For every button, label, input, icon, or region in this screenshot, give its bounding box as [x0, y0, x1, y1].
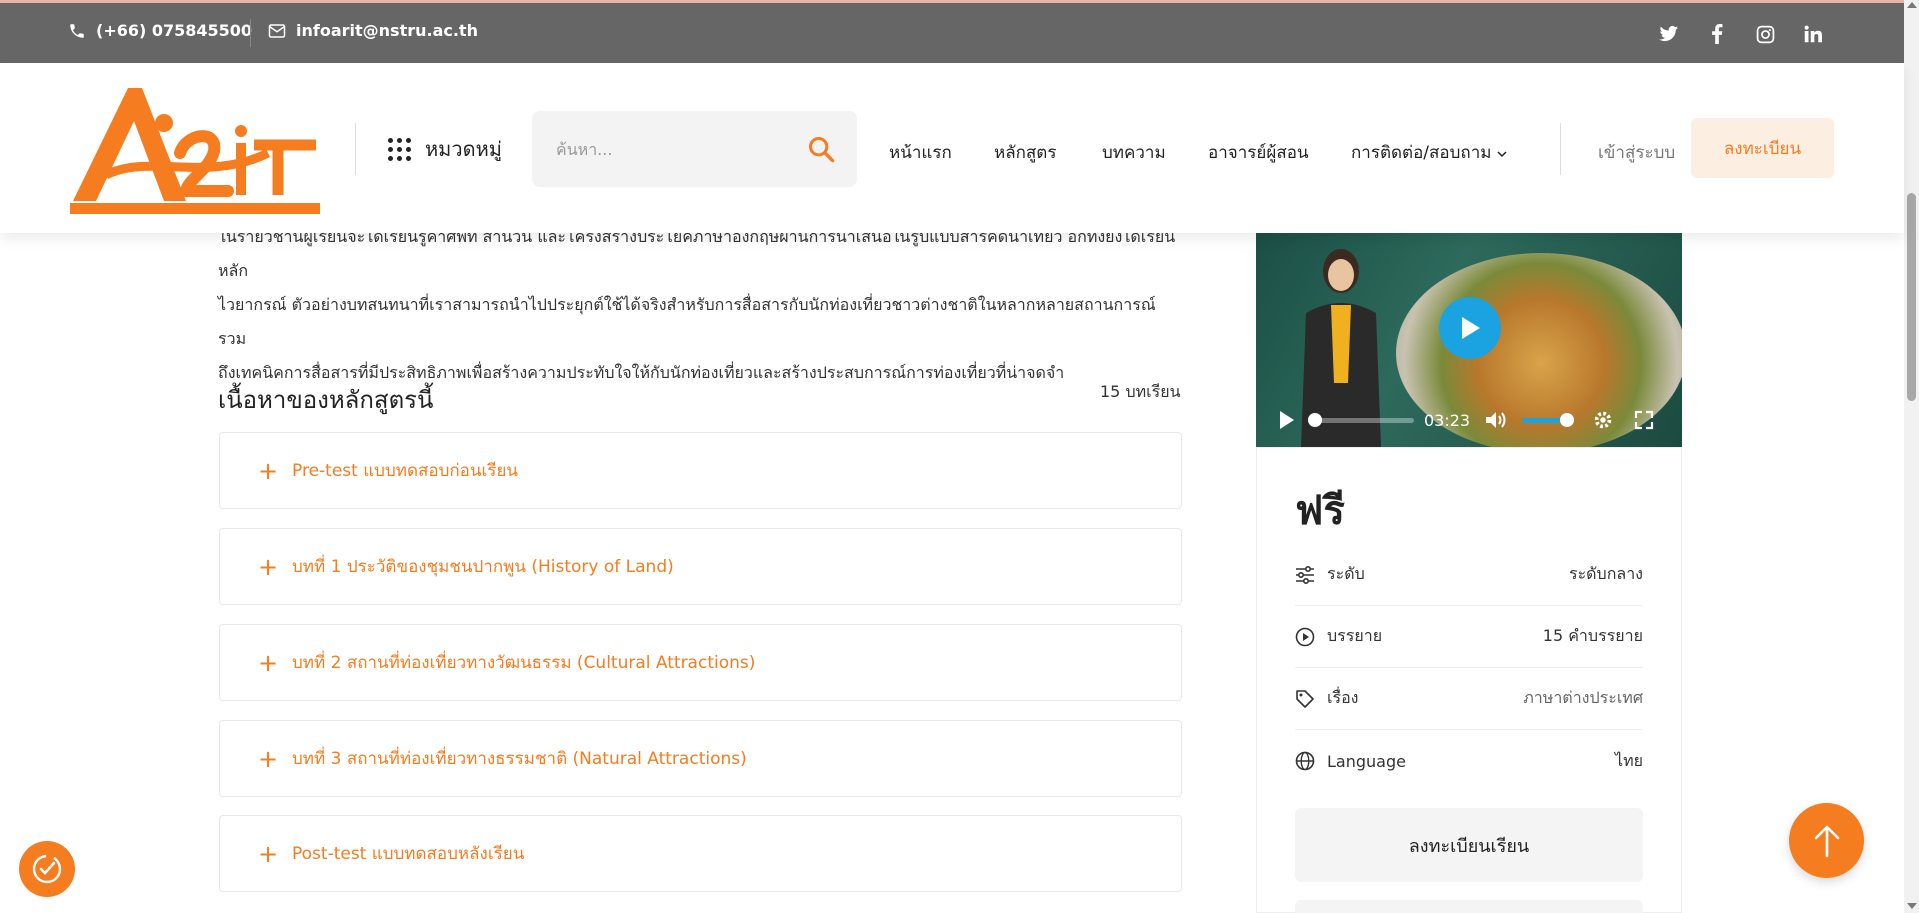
lesson-accordion-item[interactable]: + Pre-test แบบทดสอบก่อนเรียน	[219, 432, 1182, 509]
phone-number: (+66) 075845500	[96, 21, 253, 40]
scrollbar-thumb[interactable]	[1907, 193, 1916, 401]
header-divider	[355, 123, 356, 175]
volume-knob[interactable]	[1560, 412, 1575, 427]
video-progress-knob[interactable]	[1308, 412, 1322, 427]
play-overlay-button[interactable]	[1439, 297, 1501, 359]
phone-contact[interactable]: (+66) 075845500	[68, 21, 252, 40]
volume-slider[interactable]	[1522, 412, 1575, 427]
lesson-count: 15 บทเรียน	[1100, 382, 1181, 401]
nav-contact[interactable]: การติดต่อ/สอบถาม	[1351, 139, 1507, 166]
lesson-accordion-item[interactable]: + บทที่ 3 สถานที่ท่องเที่ยวทางธรรมชาติ (…	[219, 720, 1182, 797]
back-to-top-button[interactable]	[1789, 803, 1864, 878]
play-icon	[1462, 317, 1480, 339]
nav-articles[interactable]: บทความ	[1102, 139, 1166, 166]
info-row-subject: เรื่อง ภาษาต่างประเทศ	[1295, 668, 1643, 730]
volume-icon[interactable]	[1484, 410, 1508, 430]
main-header: หมวดหมู่ หน้าแรก หลักสูตร บทความ อาจารย์…	[0, 63, 1904, 233]
description-line: ไวยากรณ์ ตัวอย่างบทสนทนาที่เราสามารถนำไป…	[218, 295, 1156, 348]
chevron-down-icon	[1497, 151, 1507, 158]
info-key: Language	[1327, 751, 1406, 771]
info-key: บรรยาย	[1327, 626, 1383, 645]
play-icon[interactable]	[1278, 409, 1296, 431]
cookie-consent-button[interactable]	[19, 841, 75, 897]
scroll-up-arrow-icon[interactable]	[1907, 2, 1917, 8]
lesson-accordion-item[interactable]: + บทที่ 2 สถานที่ท่องเที่ยวทางวัฒนธรรม (…	[219, 624, 1182, 701]
course-price: ฟรี	[1295, 488, 1345, 534]
nav-instructors[interactable]: อาจารย์ผู้สอน	[1208, 139, 1309, 166]
instagram-icon[interactable]	[1754, 23, 1776, 45]
mail-icon	[268, 23, 286, 38]
globe-icon	[1295, 751, 1317, 771]
site-logo[interactable]	[68, 83, 321, 215]
settings-gear-icon[interactable]	[1592, 409, 1614, 431]
fullscreen-icon[interactable]	[1634, 410, 1654, 430]
video-progress-bar[interactable]	[1308, 412, 1414, 427]
info-key: เรื่อง	[1327, 688, 1359, 707]
info-row-language: Language ไทย	[1295, 730, 1643, 792]
secondary-button[interactable]	[1295, 900, 1643, 913]
info-row-level: ระดับ ระดับกลาง	[1295, 544, 1643, 606]
email-contact[interactable]: infoarit@nstru.ac.th	[268, 21, 478, 40]
search-icon[interactable]	[807, 135, 835, 167]
register-button[interactable]: ลงทะเบียน	[1691, 118, 1834, 178]
phone-icon	[70, 23, 84, 38]
plus-icon: +	[258, 744, 279, 773]
lesson-accordion-item[interactable]: + บทที่ 1 ประวัติของชุมชนปากพูน (History…	[219, 528, 1182, 605]
plus-icon: +	[258, 648, 279, 677]
top-contact-bar: (+66) 075845500 infoarit@nstru.ac.th	[0, 0, 1904, 63]
scroll-down-arrow-icon[interactable]	[1907, 903, 1917, 909]
twitter-icon[interactable]	[1658, 23, 1680, 45]
course-description: ในรายวิชานี้ผู้เรียนจะได้เรียนรู้คำศัพท์…	[218, 220, 1183, 390]
plus-icon: +	[258, 552, 279, 581]
play-circle-icon	[1295, 627, 1317, 647]
enroll-button[interactable]: ลงทะเบียนเรียน	[1295, 808, 1643, 882]
content-title: เนื้อหาของหลักสูตรนี้	[218, 386, 434, 414]
info-value: ไทย	[1615, 750, 1643, 770]
search-input[interactable]	[556, 135, 786, 163]
lesson-accordion-item[interactable]: + Post-test แบบทดสอบหลังเรียน	[219, 815, 1182, 892]
topbar-divider	[250, 19, 251, 47]
video-controls: 03:23	[1256, 393, 1682, 447]
nav-courses[interactable]: หลักสูตร	[994, 139, 1056, 166]
info-key: ระดับ	[1327, 564, 1365, 583]
page-scrollbar[interactable]	[1904, 0, 1919, 913]
course-video-player[interactable]: 03:23	[1256, 233, 1682, 447]
video-time: 03:23	[1424, 410, 1471, 430]
header-divider-right	[1560, 123, 1561, 175]
search-box	[532, 111, 857, 187]
login-link[interactable]: เข้าสู่ระบบ	[1598, 139, 1675, 166]
nav-contact-label: การติดต่อ/สอบถาม	[1351, 143, 1492, 163]
info-value: ระดับกลาง	[1568, 564, 1643, 583]
cookie-settings-icon	[32, 854, 62, 884]
grid-icon	[388, 137, 411, 161]
lesson-title: บทที่ 2 สถานที่ท่องเที่ยวทางวัฒนธรรม (Cu…	[292, 653, 756, 673]
info-value: ภาษาต่างประเทศ	[1523, 688, 1643, 707]
arrow-up-icon	[1814, 825, 1839, 857]
course-info-card: ฟรี ระดับ ระดับกลาง บรรยาย 15 คำบรรยาย เ…	[1256, 447, 1682, 913]
category-label: หมวดหมู่	[425, 137, 502, 161]
category-menu[interactable]: หมวดหมู่	[388, 133, 502, 165]
tag-icon	[1295, 689, 1317, 709]
plus-icon: +	[258, 839, 279, 868]
lesson-title: บทที่ 3 สถานที่ท่องเที่ยวทางธรรมชาติ (Na…	[292, 749, 747, 769]
sliders-icon	[1295, 565, 1317, 584]
social-links	[1658, 23, 1824, 45]
lesson-title: บทที่ 1 ประวัติของชุมชนปากพูน (History o…	[292, 557, 674, 577]
lesson-title: Post-test แบบทดสอบหลังเรียน	[292, 844, 525, 864]
nav-home[interactable]: หน้าแรก	[889, 139, 952, 166]
lesson-title: Pre-test แบบทดสอบก่อนเรียน	[292, 461, 519, 481]
linkedin-icon[interactable]	[1802, 23, 1824, 45]
info-row-lectures: บรรยาย 15 คำบรรยาย	[1295, 606, 1643, 668]
facebook-icon[interactable]	[1706, 23, 1728, 45]
info-value: 15 คำบรรยาย	[1542, 626, 1643, 645]
plus-icon: +	[258, 456, 279, 485]
email-address: infoarit@nstru.ac.th	[296, 21, 478, 40]
